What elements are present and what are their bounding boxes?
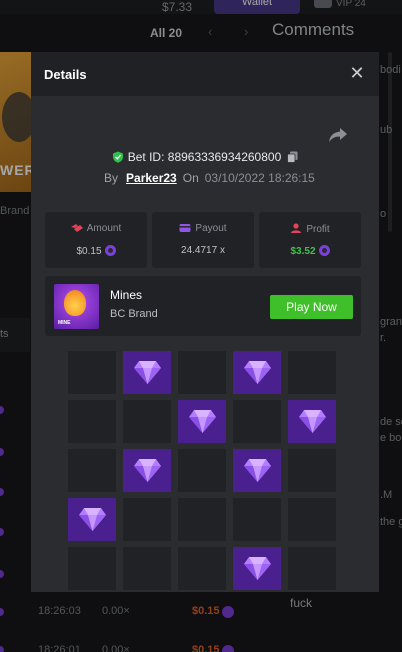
tile [68,351,116,394]
on-label: On [182,171,199,185]
tile [178,449,226,492]
bomb-icon [64,290,86,316]
mines-thumbnail[interactable]: MINE [54,284,99,329]
bet-id-value: 88963336934260800 [167,150,282,164]
tile [123,547,171,590]
gem-tile [68,498,116,541]
diamond-icon [134,361,161,384]
diamond-icon [244,459,271,482]
payout-icon [179,224,191,232]
diamond-icon [79,508,106,531]
bet-meta-row: By Parker23 On 03/10/2022 18:26:15 [104,171,315,185]
game-brand: BC Brand [110,308,158,320]
amount-value: $0.15 [76,246,102,257]
share-icon[interactable] [328,126,348,144]
tile [68,400,116,443]
gem-tile [233,547,281,590]
close-icon[interactable]: ✕ [347,63,367,83]
diamond-icon [189,410,216,433]
diamond-icon [134,459,161,482]
game-card: MINE Mines BC Brand Play Now [45,276,361,336]
game-name: Mines [110,288,143,302]
diamond-icon [244,361,271,384]
amount-label: Amount [86,223,122,234]
coin-icon [318,245,330,256]
stat-payout: Payout 24.4717 x [152,212,254,268]
tile [233,400,281,443]
tile [288,547,336,590]
bet-id-row: Bet ID: 88963336934260800 [31,150,379,164]
diamond-icon [244,557,271,580]
tile [288,498,336,541]
gem-tile [233,351,281,394]
tile [68,449,116,492]
details-modal: Details ✕ Bet ID: 88963336934260800 By Pa… [31,52,379,592]
play-now-button[interactable]: Play Now [270,295,353,319]
stat-amount: Amount $0.15 [45,212,147,268]
gem-tile [123,449,171,492]
amount-icon [70,224,83,232]
copy-icon[interactable] [287,151,298,163]
stat-profit: Profit $3.52 [259,212,361,268]
mines-grid [68,351,338,592]
modal-title: Details [44,67,87,82]
gem-tile [178,400,226,443]
bet-date: 03/10/2022 18:26:15 [204,171,315,185]
shield-check-icon [112,151,123,163]
payout-label: Payout [195,223,227,234]
bet-id-label: Bet ID: [127,150,165,164]
gem-tile [288,400,336,443]
tile [178,547,226,590]
modal-header: Details ✕ [31,52,379,96]
thumbnail-tag: MINE [58,320,71,326]
diamond-icon [299,410,326,433]
tile [123,400,171,443]
bet-stats: Amount $0.15 Payout 24.4717 x Profit $3.… [45,212,361,268]
gem-tile [123,351,171,394]
profit-icon [291,223,302,233]
profit-value: $3.52 [290,246,316,257]
payout-value: 24.4717 x [181,245,225,256]
tile [68,547,116,590]
profit-label: Profit [306,224,330,235]
tile [288,351,336,394]
gem-tile [233,449,281,492]
coin-icon [104,245,116,256]
tile [178,351,226,394]
tile [233,498,281,541]
tile [288,449,336,492]
tile [178,498,226,541]
username-link[interactable]: Parker23 [126,171,177,185]
by-label: By [104,171,119,185]
tile [123,498,171,541]
